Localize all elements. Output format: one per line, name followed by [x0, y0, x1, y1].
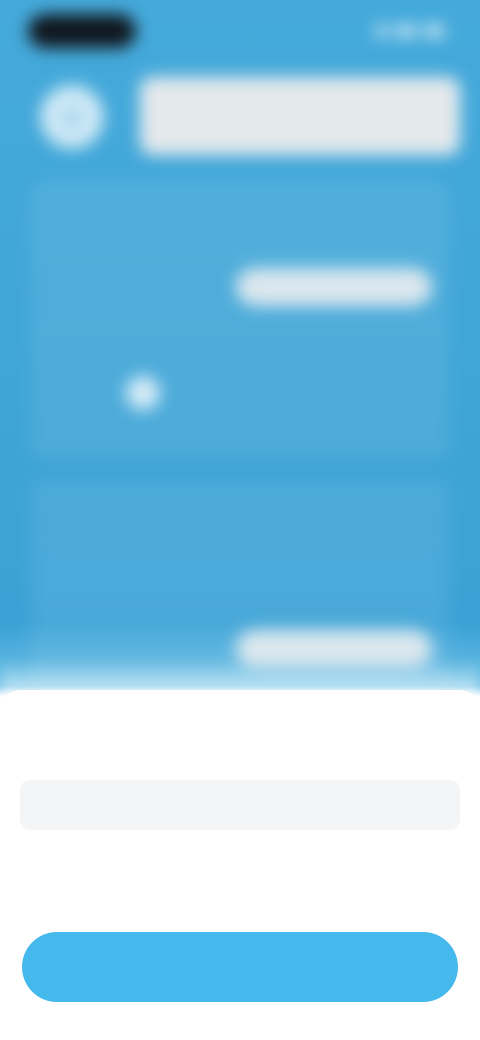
divider [44, 330, 436, 331]
background-app-layer: ☺ [0, 0, 480, 690]
picker-selection-band [20, 780, 460, 830]
signal-icon [376, 25, 388, 37]
settings-card-1 [30, 180, 450, 460]
avatar[interactable]: ☺ [40, 85, 104, 149]
settings-card-2 [30, 480, 450, 690]
value-picker[interactable] [0, 740, 480, 870]
divider [44, 250, 436, 251]
card1-action-button[interactable] [236, 268, 432, 306]
status-icons [376, 22, 444, 40]
card1-toggle-knob[interactable] [126, 376, 160, 410]
battery-icon [424, 25, 444, 37]
confirm-button[interactable] [22, 932, 458, 1002]
app-screen: ☺ [0, 0, 480, 1040]
header: ☺ [0, 75, 480, 155]
status-bar [0, 0, 480, 60]
status-time [28, 14, 136, 48]
divider [44, 540, 436, 541]
user-icon: ☺ [56, 100, 88, 133]
wifi-icon [396, 25, 416, 37]
search-input[interactable] [140, 77, 460, 155]
